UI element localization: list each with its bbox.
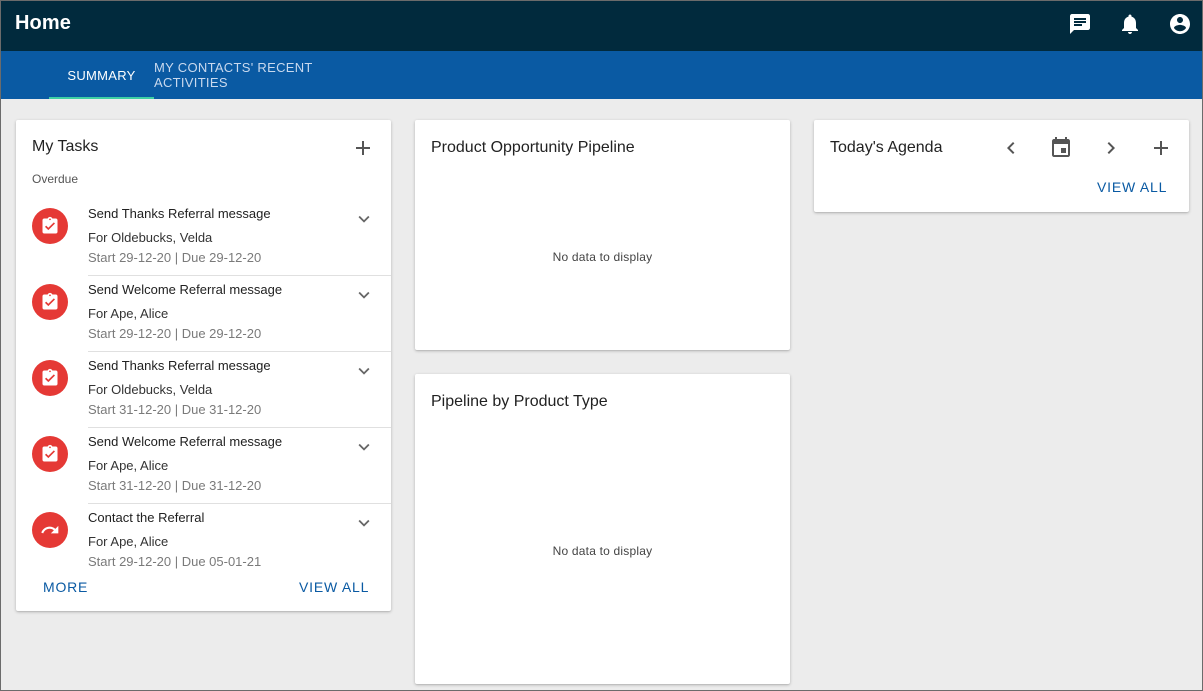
task-title: Send Thanks Referral message bbox=[88, 206, 271, 221]
tab-bar: SUMMARY MY CONTACTS' RECENT ACTIVITIES bbox=[1, 51, 1202, 99]
card-title: Pipeline by Product Type bbox=[431, 393, 608, 410]
chevron-right-icon[interactable] bbox=[1099, 136, 1123, 160]
chevron-down-icon[interactable] bbox=[353, 436, 375, 458]
chat-icon[interactable] bbox=[1068, 12, 1092, 36]
task-contact: For Ape, Alice bbox=[88, 306, 169, 321]
task-item[interactable]: Send Thanks Referral message For Oldebuc… bbox=[16, 200, 391, 276]
tab-my-contacts-recent-activities[interactable]: MY CONTACTS' RECENT ACTIVITIES bbox=[154, 51, 389, 99]
chevron-left-icon[interactable] bbox=[999, 136, 1023, 160]
tab-label: MY CONTACTS' RECENT ACTIVITIES bbox=[154, 60, 313, 90]
chevron-down-icon[interactable] bbox=[353, 512, 375, 534]
task-title: Send Welcome Referral message bbox=[88, 434, 283, 449]
task-item[interactable]: Contact the Referral For Ape, Alice Star… bbox=[16, 504, 391, 580]
task-contact: For Ape, Alice bbox=[88, 458, 169, 473]
account-circle-icon[interactable] bbox=[1168, 12, 1192, 36]
view-all-tasks-button[interactable]: VIEW ALL bbox=[299, 579, 369, 595]
task-dates: Start 29-12-20 | Due 05-01-21 bbox=[88, 554, 262, 569]
clipboard-check-icon bbox=[32, 284, 68, 320]
task-item[interactable]: Send Welcome Referral message For Ape, A… bbox=[16, 276, 391, 352]
task-contact: For Oldebucks, Velda bbox=[88, 382, 213, 397]
bell-icon[interactable] bbox=[1118, 12, 1142, 36]
card-title: My Tasks bbox=[32, 138, 99, 155]
clipboard-check-icon bbox=[32, 208, 68, 244]
task-dates: Start 29-12-20 | Due 29-12-20 bbox=[88, 250, 262, 265]
task-contact: For Ape, Alice bbox=[88, 534, 169, 549]
redo-arrow-icon bbox=[32, 512, 68, 548]
task-title: Send Thanks Referral message bbox=[88, 358, 271, 373]
clipboard-check-icon bbox=[32, 436, 68, 472]
card-title: Product Opportunity Pipeline bbox=[431, 139, 635, 156]
add-task-icon[interactable] bbox=[351, 136, 375, 160]
task-dates: Start 31-12-20 | Due 31-12-20 bbox=[88, 402, 262, 417]
pipeline-by-product-type-card: Pipeline by Product Type No data to disp… bbox=[415, 374, 790, 684]
top-app-bar: Home bbox=[1, 1, 1202, 51]
chevron-down-icon[interactable] bbox=[353, 284, 375, 306]
more-button[interactable]: MORE bbox=[43, 579, 88, 595]
empty-state-text: No data to display bbox=[552, 250, 653, 264]
clipboard-check-icon bbox=[32, 360, 68, 396]
tab-summary[interactable]: SUMMARY bbox=[49, 51, 154, 99]
card-title: Today's Agenda bbox=[830, 139, 943, 156]
page-title: Home bbox=[15, 12, 71, 34]
task-title: Send Welcome Referral message bbox=[88, 282, 283, 297]
view-all-agenda-button[interactable]: VIEW ALL bbox=[1097, 179, 1167, 195]
task-contact: For Oldebucks, Velda bbox=[88, 230, 213, 245]
tab-label: SUMMARY bbox=[67, 67, 136, 83]
empty-state-text: No data to display bbox=[552, 544, 653, 558]
overdue-label: Overdue bbox=[32, 172, 79, 186]
task-dates: Start 31-12-20 | Due 31-12-20 bbox=[88, 478, 262, 493]
chevron-down-icon[interactable] bbox=[353, 208, 375, 230]
my-tasks-card: My Tasks Overdue Send Thanks Referral me… bbox=[16, 120, 391, 611]
calendar-icon[interactable] bbox=[1049, 136, 1073, 160]
task-item[interactable]: Send Thanks Referral message For Oldebuc… bbox=[16, 352, 391, 428]
todays-agenda-card: Today's Agenda VIEW ALL bbox=[814, 120, 1189, 212]
product-opportunity-pipeline-card: Product Opportunity Pipeline No data to … bbox=[415, 120, 790, 350]
task-item[interactable]: Send Welcome Referral message For Ape, A… bbox=[16, 428, 391, 504]
task-title: Contact the Referral bbox=[88, 510, 205, 525]
task-dates: Start 29-12-20 | Due 29-12-20 bbox=[88, 326, 262, 341]
add-agenda-icon[interactable] bbox=[1149, 136, 1173, 160]
chevron-down-icon[interactable] bbox=[353, 360, 375, 382]
